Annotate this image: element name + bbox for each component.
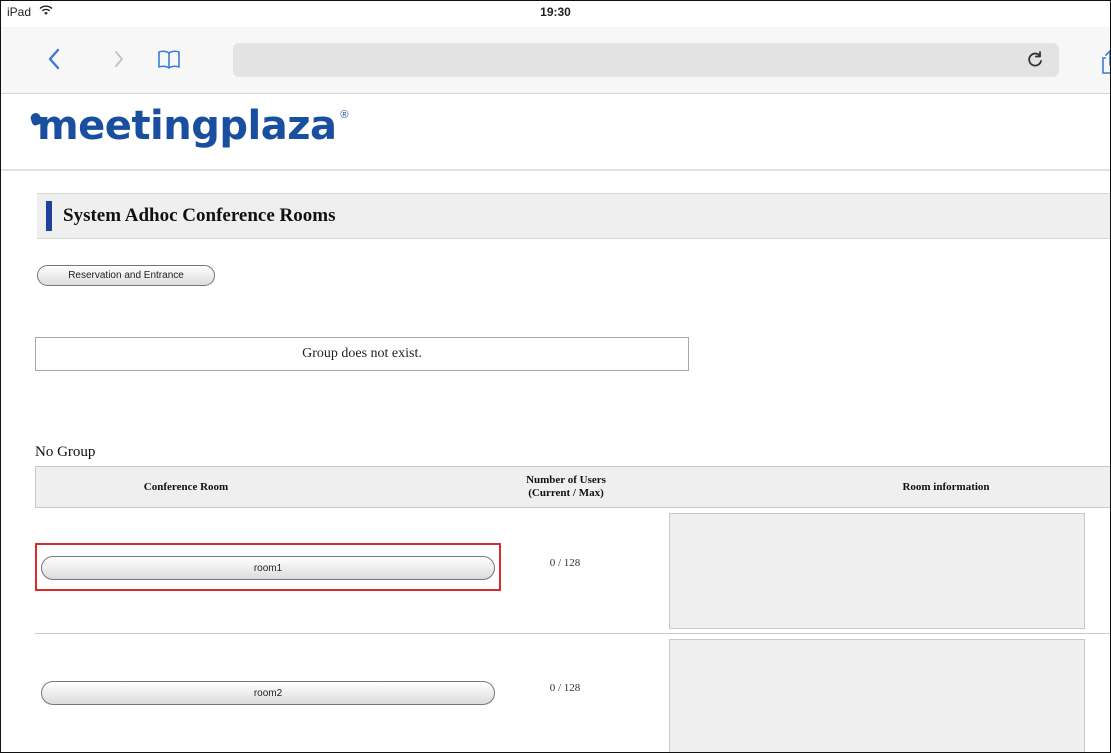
- table-row: room2 0 / 128: [35, 634, 1110, 752]
- column-header-number-of-users: Number of Users (Current / Max): [496, 467, 636, 507]
- reservation-and-entrance-button[interactable]: Reservation and Entrance: [37, 265, 215, 286]
- share-icon[interactable]: [1099, 49, 1111, 75]
- room-information-box: [669, 513, 1085, 629]
- status-bar: iPad 19:30: [1, 1, 1110, 27]
- logo-registered-mark: ®: [340, 109, 349, 121]
- group-message: Group does not exist.: [35, 337, 689, 371]
- address-bar[interactable]: [233, 43, 1059, 77]
- back-chevron-icon[interactable]: [43, 47, 67, 71]
- browser-toolbar: [1, 27, 1110, 94]
- meetingplaza-logo[interactable]: meetingplaza ®: [29, 103, 349, 163]
- section-header: System Adhoc Conference Rooms: [37, 193, 1110, 239]
- table-header: Conference Room Number of Users (Current…: [35, 466, 1110, 508]
- users-header-line2: (Current / Max): [528, 487, 604, 499]
- forward-chevron-icon[interactable]: [107, 47, 131, 71]
- column-header-conference-room: Conference Room: [143, 480, 229, 493]
- ipad-screen: iPad 19:30 meetingplaza ® System Adhoc C…: [0, 0, 1111, 753]
- group-label: No Group: [35, 444, 96, 460]
- logo-text: meetingplaza: [37, 103, 337, 149]
- bookmarks-book-icon[interactable]: [157, 47, 181, 71]
- users-header-line1: Number of Users: [526, 474, 606, 486]
- reload-icon[interactable]: [1025, 50, 1045, 70]
- room-user-count: 0 / 128: [549, 682, 581, 694]
- status-time: 19:30: [540, 5, 571, 19]
- room-user-count: 0 / 128: [549, 557, 581, 569]
- room2-button[interactable]: room2: [41, 681, 495, 705]
- room-information-box: [669, 639, 1085, 752]
- room1-button[interactable]: room1: [41, 556, 495, 580]
- column-header-room-information: Room information: [902, 480, 990, 493]
- section-accent-bar: [46, 201, 52, 231]
- table-row: room1 0 / 128: [35, 507, 1110, 634]
- site-header: meetingplaza ®: [1, 93, 1110, 171]
- page-title: System Adhoc Conference Rooms: [63, 205, 336, 226]
